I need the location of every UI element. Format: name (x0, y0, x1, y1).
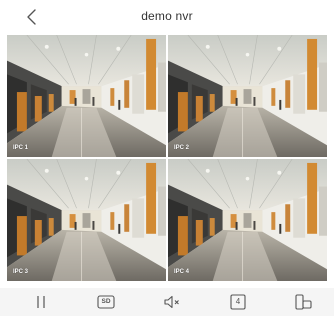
app-window: demo nvr IPC 1 IPC 2 IPC 3 IPC 4 SD 4 (0, 0, 334, 317)
camera-tile-3[interactable]: IPC 3 (6, 158, 167, 282)
pause-icon (37, 296, 45, 308)
quality-button[interactable]: SD (95, 292, 117, 312)
camera-label: IPC 2 (174, 145, 190, 151)
rotate-screen-icon (295, 294, 312, 310)
rotate-button[interactable] (292, 292, 314, 312)
camera-label: IPC 4 (174, 269, 190, 275)
page-title: demo nvr (141, 9, 193, 23)
camera-tile-2[interactable]: IPC 2 (167, 34, 328, 158)
camera-feed-image (7, 159, 166, 281)
header-bar: demo nvr (0, 0, 334, 34)
camera-tile-1[interactable]: IPC 1 (6, 34, 167, 158)
camera-feed-image (7, 35, 166, 157)
split-count: 4 (235, 297, 241, 306)
quality-label: SD (101, 298, 111, 305)
mute-button[interactable] (161, 292, 183, 312)
playback-toolbar: SD 4 (0, 288, 334, 316)
split-layout-button[interactable]: 4 (227, 292, 249, 312)
camera-label: IPC 3 (13, 269, 29, 275)
camera-feed-image (168, 35, 327, 157)
camera-tile-4[interactable]: IPC 4 (167, 158, 328, 282)
pause-button[interactable] (30, 292, 52, 312)
camera-label: IPC 1 (13, 145, 29, 151)
speaker-muted-icon (164, 295, 179, 309)
camera-grid: IPC 1 IPC 2 IPC 3 IPC 4 (6, 34, 328, 282)
camera-feed-image (168, 159, 327, 281)
